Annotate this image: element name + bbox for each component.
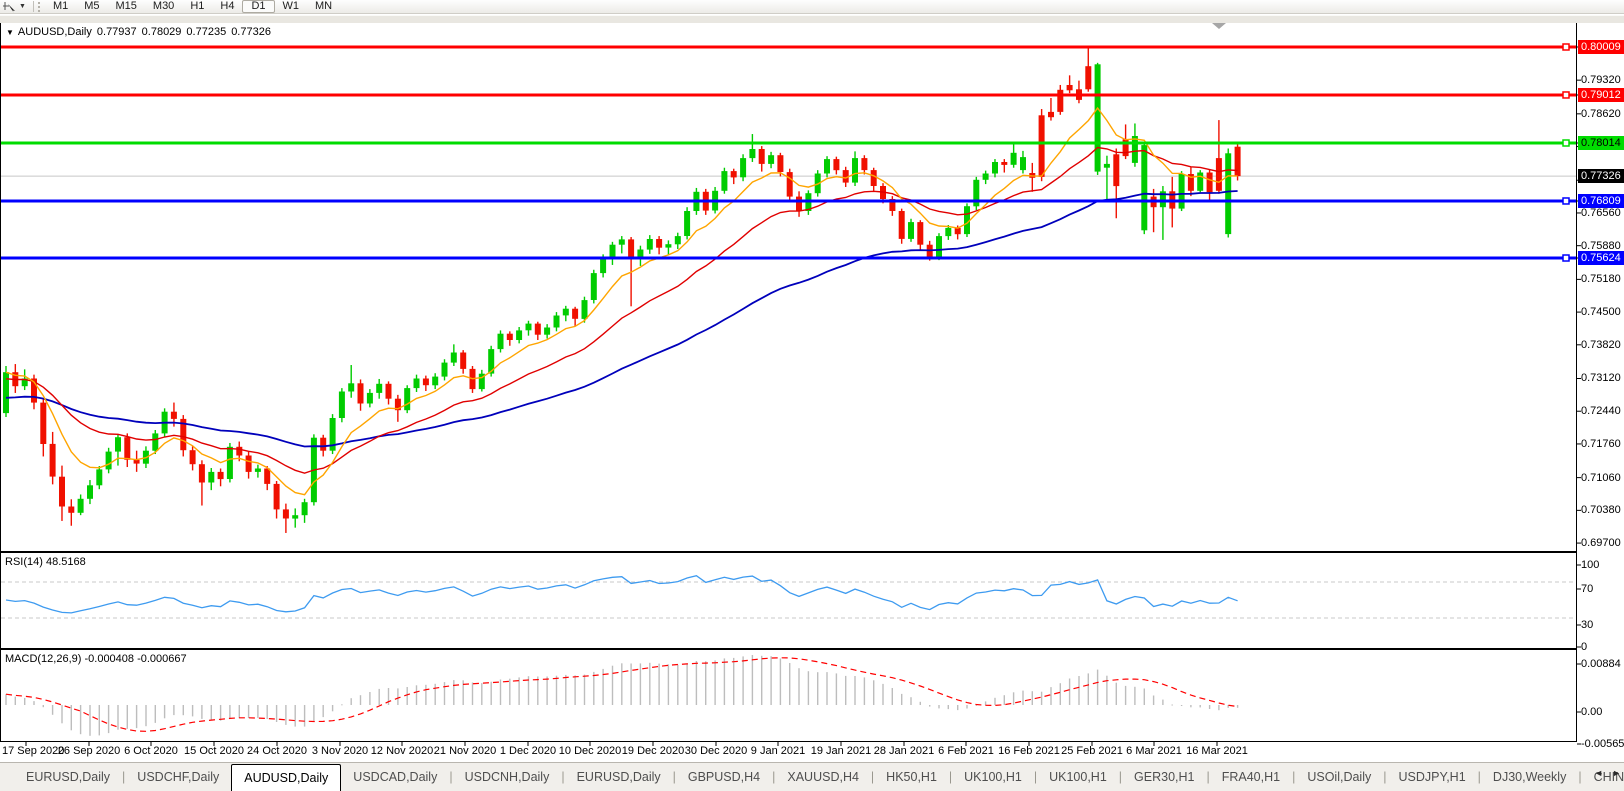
timeframe-button-h1[interactable]: H1	[182, 0, 212, 14]
chart-canvas[interactable]	[0, 0, 1624, 791]
chart-tab-usdchf-daily[interactable]: USDCHF,Daily	[125, 770, 231, 784]
date-label: 3 Nov 2020	[312, 745, 368, 757]
date-label: 9 Jan 2021	[751, 745, 805, 757]
line-handle	[1563, 44, 1569, 50]
date-label: 21 Nov 2020	[434, 745, 496, 757]
timeframe-button-m30[interactable]: M30	[145, 0, 182, 14]
price-tick-label: 0.74500	[1581, 305, 1624, 319]
date-label: 16 Feb 2021	[998, 745, 1060, 757]
date-label: 15 Oct 2020	[184, 745, 244, 757]
chart-symbol-label: AUDUSD,Daily	[18, 26, 92, 38]
price-line-badge[interactable]: 0.76809	[1578, 194, 1624, 208]
timeframe-toolbar: ▼ M1M5M15M30H1H4D1W1MN	[0, 0, 1624, 14]
date-label: 26 Sep 2020	[58, 745, 120, 757]
date-label: 30 Dec 2020	[685, 745, 747, 757]
line-handle	[1563, 255, 1569, 261]
chart-tab-fra40-h1[interactable]: FRA40,H1	[1210, 770, 1292, 784]
chart-title: ▼ AUDUSD,Daily 0.77937 0.78029 0.77235 0.7732…	[6, 26, 276, 38]
chart-cursor-icon[interactable]	[3, 1, 17, 13]
window-gap-strip	[0, 15, 1624, 23]
chart-tab-ger30-h1[interactable]: GER30,H1	[1122, 770, 1206, 784]
rsi-scale-label: 30	[1581, 618, 1624, 632]
rsi-scale-label: 100	[1581, 558, 1624, 572]
chart-tab-uk100-h1[interactable]: UK100,H1	[1037, 770, 1119, 784]
toolbar-grip[interactable]	[38, 2, 41, 12]
line-handle	[1563, 198, 1569, 204]
rsi-scale-label: 70	[1581, 582, 1624, 596]
tab-scroll-right-icon[interactable]: ►	[1612, 768, 1621, 778]
price-tick-label: 0.79320	[1581, 73, 1624, 87]
price-tick-label: 0.78620	[1581, 107, 1624, 121]
price-tick-label: 0.69700	[1581, 536, 1624, 550]
collapse-caret-icon[interactable]: ▼	[6, 28, 14, 37]
date-label: 16 Mar 2021	[1186, 745, 1248, 757]
date-label: 17 Sep 2020	[2, 745, 64, 757]
timeframe-button-w1[interactable]: W1	[275, 0, 308, 14]
price-tick-label: 0.73820	[1581, 338, 1624, 352]
date-label: 6 Mar 2021	[1126, 745, 1182, 757]
toolbar-dropdown-caret[interactable]: ▼	[19, 3, 26, 10]
tab-scroll-left-icon[interactable]: ◄	[1594, 768, 1603, 778]
rsi-value: 48.5168	[46, 556, 86, 568]
timeframe-button-d1[interactable]: D1	[242, 0, 274, 13]
toolbar-separator	[33, 1, 34, 12]
current-price-badge: 0.77326	[1578, 169, 1624, 183]
chart-tab-usdjpy-h1[interactable]: USDJPY,H1	[1387, 770, 1478, 784]
date-label: 28 Jan 2021	[874, 745, 935, 757]
timeframe-button-m5[interactable]: M5	[76, 0, 107, 14]
price-tick-label: 0.73120	[1581, 371, 1624, 385]
macd-label: MACD(12,26,9) -0.000408 -0.000667	[5, 653, 187, 665]
chart-tab-usoil-daily[interactable]: USOil,Daily	[1295, 770, 1383, 784]
date-label: 6 Feb 2021	[938, 745, 994, 757]
tab-scroll-arrows: ◄ ►	[1594, 768, 1621, 778]
chart-tab-dj30-weekly[interactable]: DJ30,Weekly	[1481, 770, 1578, 784]
date-label: 1 Dec 2020	[500, 745, 556, 757]
macd-scale-label: -0.005651	[1581, 737, 1624, 751]
date-label: 24 Oct 2020	[247, 745, 307, 757]
price-line-badge[interactable]: 0.80009	[1578, 40, 1624, 54]
macd-scale-label: 0.00884	[1581, 657, 1624, 671]
bar-low-value: 0.77235	[186, 26, 226, 38]
price-tick-label: 0.71760	[1581, 437, 1624, 451]
chart-tab-uk100-h1[interactable]: UK100,H1	[952, 770, 1034, 784]
chart-tab-audusd-daily[interactable]: AUDUSD,Daily	[231, 764, 341, 791]
date-label: 19 Dec 2020	[622, 745, 684, 757]
chart-tab-xauusd-h4[interactable]: XAUUSD,H4	[775, 770, 871, 784]
line-handle	[1563, 92, 1569, 98]
macd-scale-label: 0.00	[1581, 705, 1624, 719]
macd-values: -0.000408 -0.000667	[84, 653, 186, 665]
price-tick-label: 0.72440	[1581, 404, 1624, 418]
symbol-tab-bar: EURUSD,Daily|USDCHF,DailyAUDUSD,DailyUSD…	[0, 762, 1624, 791]
timeframe-button-m1[interactable]: M1	[45, 0, 76, 14]
date-label: 19 Jan 2021	[811, 745, 872, 757]
price-tick-label: 0.75180	[1581, 272, 1624, 286]
chart-tab-hk50-h1[interactable]: HK50,H1	[874, 770, 949, 784]
chart-tab-eurusd-daily[interactable]: EURUSD,Daily	[565, 770, 673, 784]
date-label: 25 Feb 2021	[1061, 745, 1123, 757]
rsi-label: RSI(14) 48.5168	[5, 556, 86, 568]
terminal-window: ▼ M1M5M15M30H1H4D1W1MN ▼ AUDUSD,Daily 0.77…	[0, 0, 1624, 791]
rsi-scale-label: 0	[1581, 640, 1624, 654]
price-tick-label: 0.70380	[1581, 503, 1624, 517]
price-line-badge[interactable]: 0.79012	[1578, 88, 1624, 102]
chart-tab-usdcnh-daily[interactable]: USDCNH,Daily	[453, 770, 562, 784]
timeframe-button-m15[interactable]: M15	[108, 0, 145, 14]
chart-tab-gbpusd-h4[interactable]: GBPUSD,H4	[676, 770, 772, 784]
chart-tab-usdcad-daily[interactable]: USDCAD,Daily	[341, 770, 449, 784]
chart-tab-eurusd-daily[interactable]: EURUSD,Daily	[14, 770, 122, 784]
price-tick-label: 0.71060	[1581, 471, 1624, 485]
date-label: 6 Oct 2020	[124, 745, 178, 757]
bar-open-value: 0.77937	[97, 26, 137, 38]
price-line-badge[interactable]: 0.78014	[1578, 136, 1624, 150]
price-line-badge[interactable]: 0.75624	[1578, 251, 1624, 265]
date-label: 10 Dec 2020	[559, 745, 621, 757]
bar-close-value: 0.77326	[231, 26, 271, 38]
price-tick-label: 0.76560	[1581, 206, 1624, 220]
timeframe-button-mn[interactable]: MN	[307, 0, 340, 14]
timeframe-button-h4[interactable]: H4	[212, 0, 242, 14]
bar-high-value: 0.78029	[142, 26, 182, 38]
line-handle	[1563, 140, 1569, 146]
date-label: 12 Nov 2020	[371, 745, 433, 757]
